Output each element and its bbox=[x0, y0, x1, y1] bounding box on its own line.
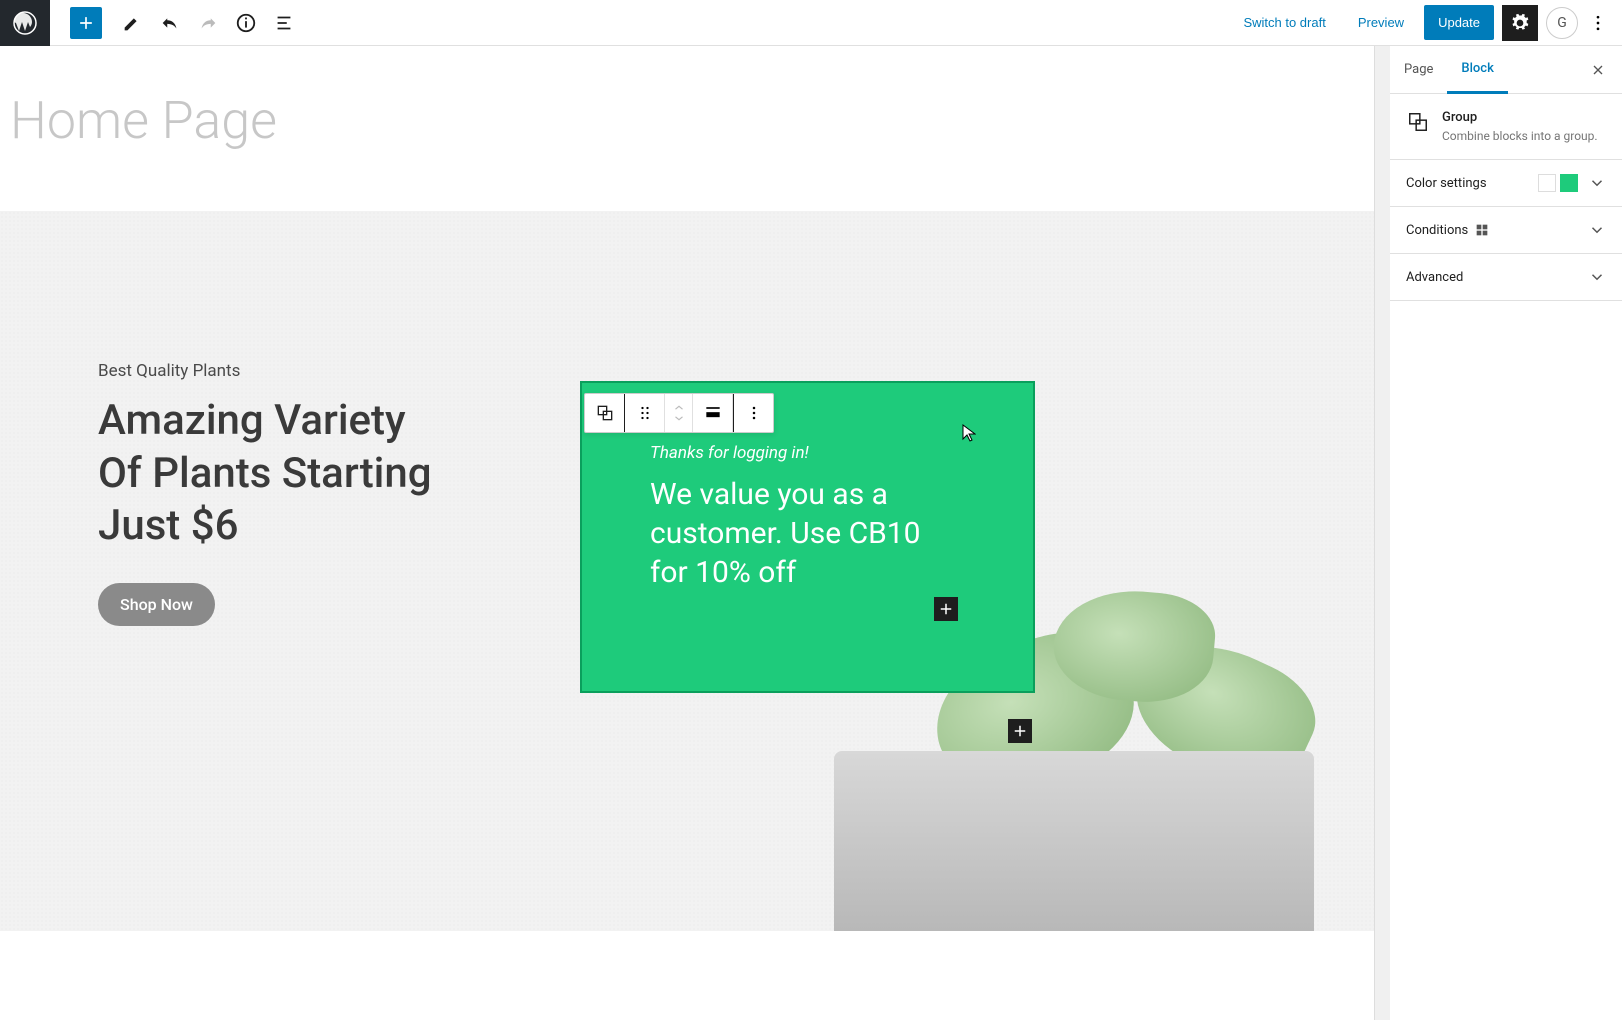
swatch-text[interactable] bbox=[1538, 174, 1556, 192]
row-label: Conditions bbox=[1406, 222, 1490, 238]
row-label: Advanced bbox=[1406, 270, 1463, 285]
toolbar-right: Switch to draft Preview Update G bbox=[1231, 5, 1622, 41]
add-block-button[interactable] bbox=[70, 7, 102, 39]
block-meta: Group Combine blocks into a group. bbox=[1442, 110, 1598, 143]
add-block-outer[interactable] bbox=[1008, 719, 1032, 743]
close-sidebar-button[interactable] bbox=[1584, 56, 1612, 84]
pencil-icon bbox=[121, 12, 143, 34]
chevron-down-icon bbox=[1588, 268, 1606, 286]
close-icon bbox=[1590, 62, 1606, 78]
settings-sidebar: Page Block Group Combine blocks into a g… bbox=[1390, 46, 1622, 1020]
group-icon bbox=[1406, 110, 1430, 134]
wordpress-icon bbox=[13, 11, 37, 35]
outline-button[interactable] bbox=[266, 5, 302, 41]
tab-page[interactable]: Page bbox=[1390, 46, 1447, 94]
wordpress-logo[interactable] bbox=[0, 0, 50, 46]
plus-icon bbox=[1011, 722, 1029, 740]
info-button[interactable] bbox=[228, 5, 264, 41]
row-label: Color settings bbox=[1406, 176, 1487, 191]
swatch-bg[interactable] bbox=[1560, 174, 1578, 192]
redo-icon bbox=[197, 12, 219, 34]
account-button[interactable]: G bbox=[1546, 7, 1578, 39]
preview-button[interactable]: Preview bbox=[1346, 7, 1416, 38]
chevron-down-icon bbox=[1588, 221, 1606, 239]
main-layout: Home Page Best Quality Plants Amazing Va… bbox=[0, 46, 1622, 1020]
block-options-button[interactable] bbox=[733, 394, 773, 432]
conditions-row[interactable]: Conditions bbox=[1390, 207, 1622, 254]
hero-headline[interactable]: Amazing Variety Of Plants Starting Just … bbox=[98, 395, 432, 553]
editor-canvas[interactable]: Home Page Best Quality Plants Amazing Va… bbox=[0, 46, 1375, 1020]
drag-handle[interactable] bbox=[625, 394, 665, 432]
list-icon bbox=[273, 12, 295, 34]
row-right bbox=[1538, 174, 1606, 192]
color-swatches bbox=[1538, 174, 1578, 192]
settings-button[interactable] bbox=[1502, 5, 1538, 41]
switch-draft-button[interactable]: Switch to draft bbox=[1231, 7, 1337, 38]
thanks-text[interactable]: Thanks for logging in! bbox=[650, 443, 965, 463]
group-block[interactable]: Thanks for logging in! We value you as a… bbox=[580, 381, 1035, 693]
sidebar-tabs: Page Block bbox=[1390, 46, 1622, 94]
align-icon bbox=[703, 403, 723, 423]
drag-icon bbox=[635, 403, 655, 423]
color-settings-row[interactable]: Color settings bbox=[1390, 160, 1622, 207]
info-icon bbox=[235, 12, 257, 34]
tab-block[interactable]: Block bbox=[1447, 46, 1507, 94]
block-type-button[interactable] bbox=[585, 394, 625, 432]
group-icon bbox=[595, 403, 615, 423]
hero-copy: Best Quality Plants Amazing Variety Of P… bbox=[98, 361, 432, 626]
block-desc: Combine blocks into a group. bbox=[1442, 129, 1598, 143]
conditions-icon bbox=[1474, 222, 1490, 238]
edit-tool[interactable] bbox=[114, 5, 150, 41]
promo-text[interactable]: We value you as a customer. Use CB10 for… bbox=[650, 475, 965, 592]
top-toolbar: Switch to draft Preview Update G bbox=[0, 0, 1622, 46]
plus-icon bbox=[76, 13, 96, 33]
undo-button[interactable] bbox=[152, 5, 188, 41]
plus-icon bbox=[937, 600, 955, 618]
tools-group bbox=[114, 5, 302, 41]
kebab-icon bbox=[1588, 13, 1608, 33]
advanced-row[interactable]: Advanced bbox=[1390, 254, 1622, 301]
block-info: Group Combine blocks into a group. bbox=[1390, 94, 1622, 160]
kebab-icon bbox=[744, 403, 764, 423]
chevron-down-icon bbox=[672, 413, 686, 423]
redo-button[interactable] bbox=[190, 5, 226, 41]
undo-icon bbox=[159, 12, 181, 34]
move-buttons[interactable] bbox=[665, 394, 693, 432]
gear-icon bbox=[1510, 13, 1530, 33]
chevron-up-icon bbox=[672, 403, 686, 413]
shop-now-button[interactable]: Shop Now bbox=[98, 583, 215, 626]
hero-eyebrow[interactable]: Best Quality Plants bbox=[98, 361, 432, 381]
page-title[interactable]: Home Page bbox=[0, 46, 1374, 151]
align-button[interactable] bbox=[693, 394, 733, 432]
headline-line: Just $6 bbox=[98, 500, 432, 553]
block-toolbar bbox=[584, 393, 774, 433]
pot-shape bbox=[834, 751, 1314, 931]
update-button[interactable]: Update bbox=[1424, 5, 1494, 40]
scrollbar[interactable] bbox=[1375, 46, 1390, 1020]
block-title: Group bbox=[1442, 110, 1598, 125]
chevron-down-icon bbox=[1588, 174, 1606, 192]
options-button[interactable] bbox=[1586, 5, 1610, 41]
headline-line: Amazing Variety bbox=[98, 395, 432, 448]
headline-line: Of Plants Starting bbox=[98, 448, 432, 501]
toolbar-left bbox=[0, 0, 302, 45]
add-block-inner[interactable] bbox=[934, 597, 958, 621]
